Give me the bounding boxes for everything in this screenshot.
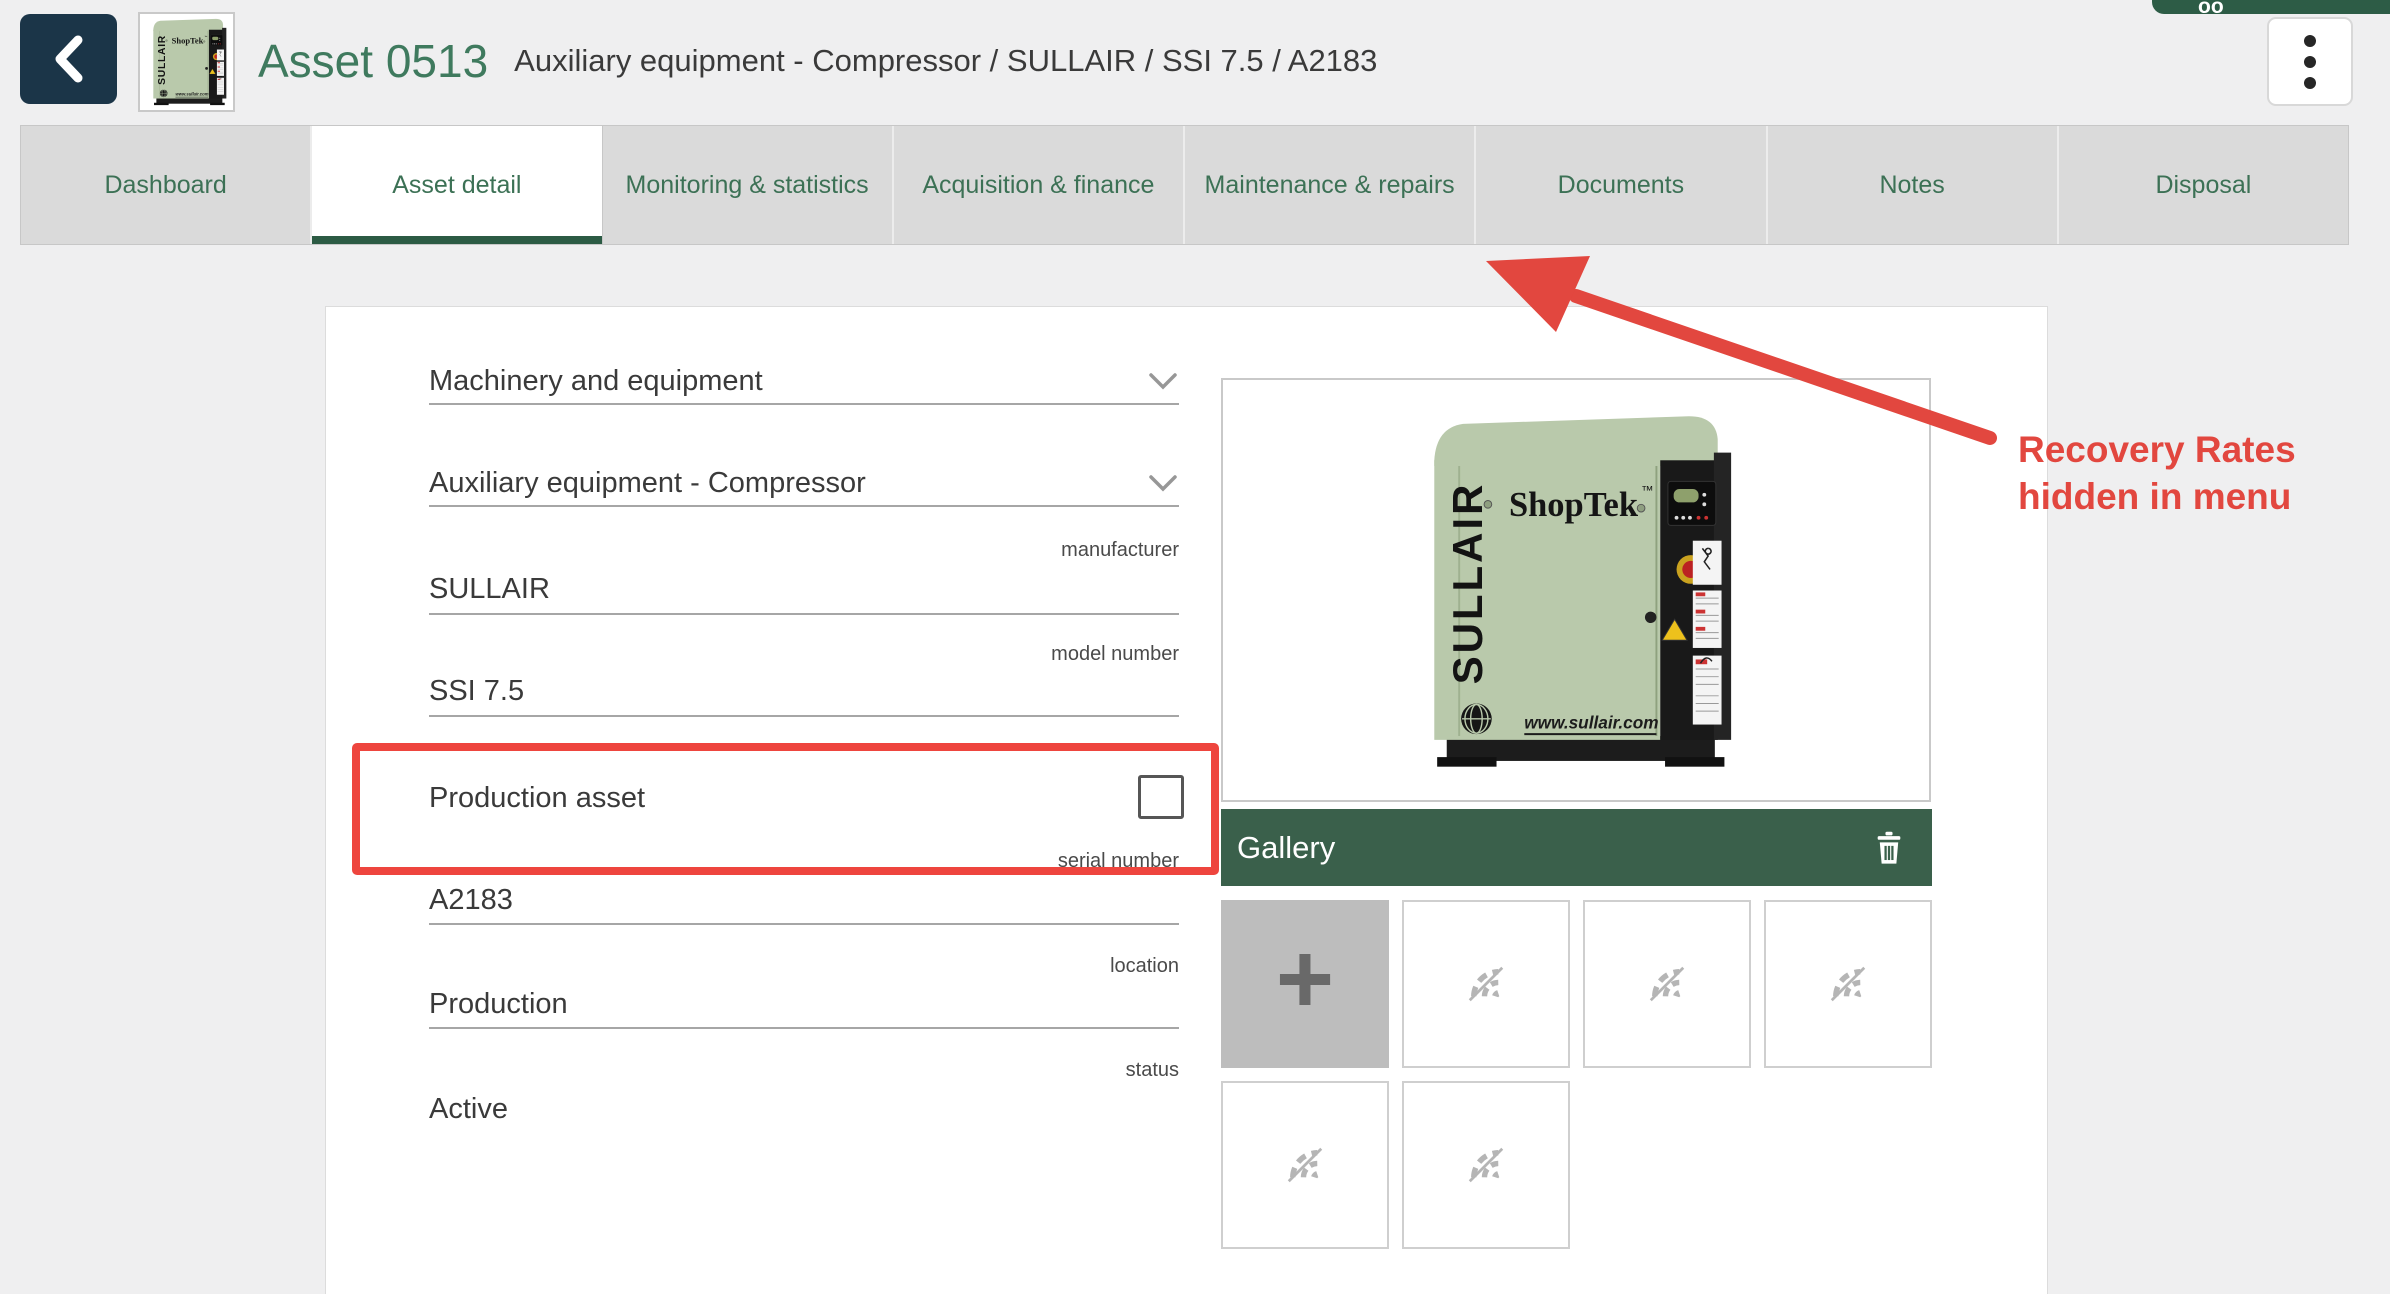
compressor-thumbnail-image [145, 17, 229, 107]
category-value: Machinery and equipment [429, 365, 763, 397]
overflow-menu-button[interactable] [2267, 17, 2353, 106]
no-image-icon [1460, 958, 1512, 1010]
field-underline [429, 1027, 1179, 1029]
tab-acquisition-finance[interactable]: Acquisition & finance [894, 126, 1185, 244]
field-underline [429, 403, 1179, 405]
gallery-grid: + [1221, 900, 1932, 1249]
compressor-product-image [1231, 399, 1921, 782]
kebab-menu-icon [2304, 35, 2316, 89]
tab-dashboard[interactable]: Dashboard [21, 126, 312, 244]
subcategory-select[interactable]: Auxiliary equipment - Compressor [429, 467, 1179, 509]
asset-thumbnail[interactable] [138, 12, 235, 112]
location-label: location [429, 955, 1179, 978]
gallery-empty-tile[interactable] [1764, 900, 1932, 1068]
tab-maintenance-repairs[interactable]: Maintenance & repairs [1185, 126, 1476, 244]
gallery-title: Gallery [1237, 830, 1335, 866]
chevron-down-icon [1149, 373, 1177, 391]
plus-icon: + [1276, 929, 1334, 1029]
asset-detail-panel: Machinery and equipment Auxiliary equipm… [325, 306, 2048, 1294]
gallery-empty-tile[interactable] [1221, 1081, 1389, 1249]
gallery-empty-tile[interactable] [1583, 900, 1751, 1068]
annotation-line1: Recovery Rates [2018, 426, 2296, 473]
notification-pill-clipped[interactable]: oo [2152, 0, 2390, 14]
annotation-line2: hidden in menu [2018, 473, 2296, 520]
model-number-label: model number [429, 643, 1179, 666]
gallery-header: Gallery [1221, 809, 1932, 886]
page-subtitle: Auxiliary equipment - Compressor / SULLA… [514, 43, 1377, 79]
field-underline [429, 505, 1179, 507]
product-image-frame[interactable] [1221, 378, 1931, 802]
asset-detail-page: ShopTek ™ SULLAIR www.sullair.com [0, 0, 2390, 1294]
field-underline [429, 923, 1179, 925]
model-number-field[interactable]: SSI 7.5 [429, 675, 1179, 708]
chevron-left-icon [47, 33, 91, 85]
gallery-empty-tile[interactable] [1402, 1081, 1570, 1249]
tab-notes[interactable]: Notes [1768, 126, 2059, 244]
no-image-icon [1460, 1139, 1512, 1191]
highlight-box-annotation [352, 743, 1219, 875]
subcategory-value: Auxiliary equipment - Compressor [429, 467, 866, 499]
serial-number-field[interactable]: A2183 [429, 884, 1179, 917]
tab-bar: Dashboard Asset detail Monitoring & stat… [20, 125, 2349, 245]
field-underline [429, 613, 1179, 615]
tab-disposal[interactable]: Disposal [2059, 126, 2348, 244]
tab-documents[interactable]: Documents [1476, 126, 1767, 244]
no-image-icon [1822, 958, 1874, 1010]
location-field[interactable]: Production [429, 988, 1179, 1021]
status-label: status [429, 1059, 1179, 1082]
status-field[interactable]: Active [429, 1093, 1179, 1126]
header-title-row: Asset 0513 Auxiliary equipment - Compres… [258, 0, 1377, 122]
back-button[interactable] [20, 14, 117, 104]
no-image-icon [1641, 958, 1693, 1010]
tab-monitoring-statistics[interactable]: Monitoring & statistics [603, 126, 894, 244]
category-select[interactable]: Machinery and equipment [429, 365, 1179, 407]
annotation-text: Recovery Rates hidden in menu [2018, 426, 2296, 520]
gallery-add-tile[interactable]: + [1221, 900, 1389, 1068]
page-title: Asset 0513 [258, 34, 488, 88]
manufacturer-label: manufacturer [429, 539, 1179, 562]
trash-icon[interactable] [1872, 829, 1906, 867]
no-image-icon [1279, 1139, 1331, 1191]
field-underline [429, 715, 1179, 717]
tab-asset-detail[interactable]: Asset detail [312, 126, 602, 244]
manufacturer-field[interactable]: SULLAIR [429, 573, 1179, 606]
gallery-empty-tile[interactable] [1402, 900, 1570, 1068]
chevron-down-icon [1149, 475, 1177, 493]
